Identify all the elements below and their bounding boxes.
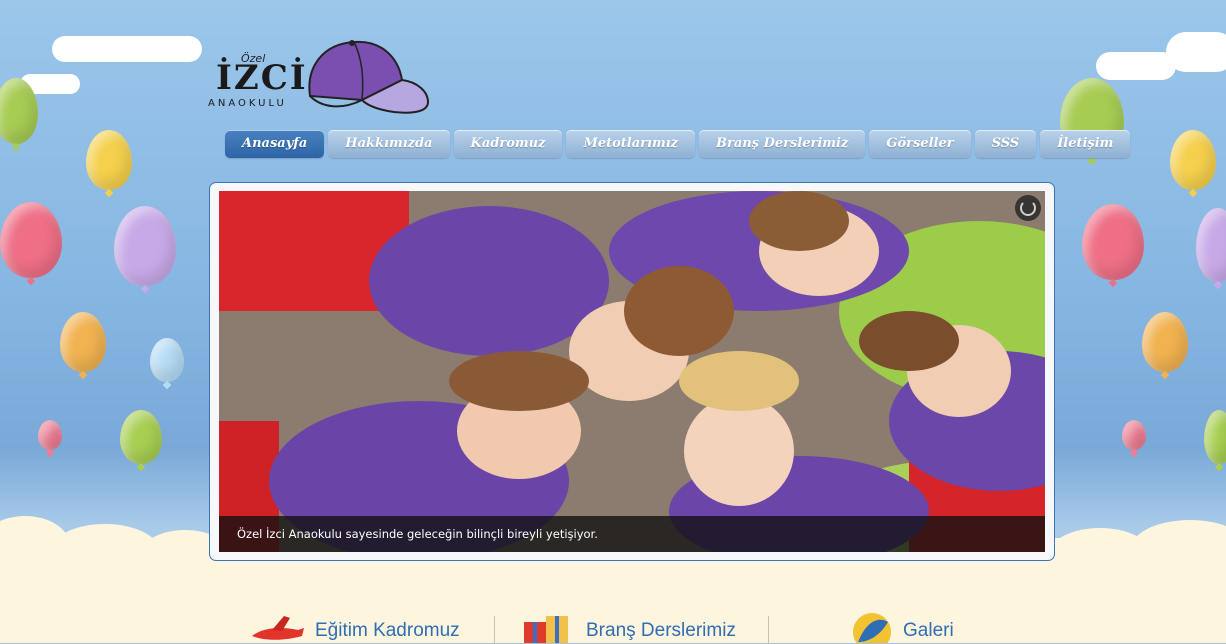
balloon-orange-right [1142,312,1188,372]
nav-kadromuz[interactable]: Kadromuz [453,130,563,158]
balloon-small-pink-right [1122,420,1146,450]
plane-icon [252,616,304,640]
link-galeri[interactable]: Galeri [903,620,954,642]
balloon-orange [60,312,106,372]
nav-sss[interactable]: SSS [974,130,1037,158]
site-logo[interactable]: Özel İZCİ ANAOKULU [206,36,436,120]
balloon-lilac-right [1196,208,1226,282]
nav-iletisim[interactable]: İletişim [1040,130,1131,158]
gift-icon [524,616,568,643]
link-egitim-kadromuz[interactable]: Eğitim Kadromuz [315,620,460,642]
balloon-green-right-2 [1204,410,1226,464]
balloon-green-2 [120,410,162,464]
balloon-lightblue [150,338,184,382]
balloon-yellow-right [1170,130,1216,190]
slider-loader-icon [1015,195,1041,221]
slider-caption-bar: Özel İzci Anaokulu sayesinde geleceğin b… [219,516,1045,552]
children-photo [219,191,1045,552]
galeri-ball-icon [853,613,891,643]
slider-caption: Özel İzci Anaokulu sayesinde geleceğin b… [237,527,598,541]
logo-izci-text: İZCİ [216,58,308,98]
cap-icon [308,40,430,114]
cloud-left [52,36,202,62]
separator-2 [768,616,769,643]
bottom-links: Eğitim Kadromuz Branş Derslerimiz Galeri [0,612,1226,643]
cloud-right [1096,52,1176,80]
balloon-pink [0,202,62,278]
nav-gorseller[interactable]: Görseller [869,130,971,158]
nav-brans-derslerimiz[interactable]: Branş Derslerimiz [699,130,866,158]
logo-anaokulu-text: ANAOKULU [208,98,287,109]
main-nav: Anasayfa Hakkımızda Kadromuz Metotlarımı… [225,130,1131,158]
balloon-yellow [86,130,132,190]
balloon-pink-right [1082,204,1144,280]
balloon-lilac [114,206,176,286]
link-brans-derslerimiz[interactable]: Branş Derslerimiz [586,620,736,642]
nav-metotlarimiz[interactable]: Metotlarımız [566,130,696,158]
nav-hakkimizda[interactable]: Hakkımızda [328,130,450,158]
slider-image[interactable]: Özel İzci Anaokulu sayesinde geleceğin b… [219,191,1045,552]
cloud-right-2 [1166,32,1226,72]
nav-anasayfa[interactable]: Anasayfa [225,130,325,158]
balloon-small-pink [38,420,62,450]
separator-1 [494,616,495,643]
